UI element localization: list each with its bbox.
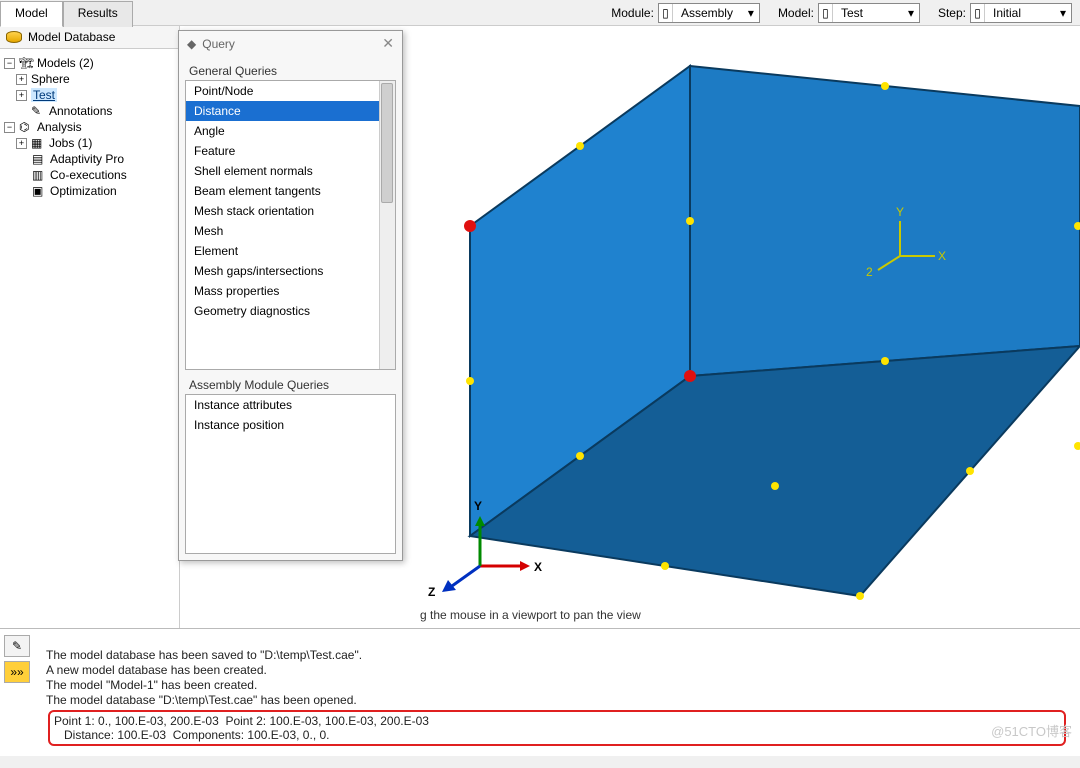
dialog-titlebar[interactable]: ◆ Query ✕ bbox=[179, 31, 402, 56]
adaptivity-icon: ▤ bbox=[32, 152, 46, 166]
query-item[interactable]: Element bbox=[186, 241, 395, 261]
chevron-down-icon[interactable]: ▾ bbox=[743, 6, 759, 20]
tree-node-annotations[interactable]: ✎ Annotations bbox=[2, 103, 177, 119]
query-item[interactable]: Instance position bbox=[186, 415, 395, 435]
module-value: Assembly bbox=[673, 6, 743, 20]
tree-node-test-label: Test bbox=[31, 88, 57, 102]
dialog-title: Query bbox=[202, 37, 235, 51]
step-combo[interactable]: ▯ Initial ▾ bbox=[970, 3, 1072, 23]
step-label: Step: bbox=[938, 6, 966, 20]
axis-z-label: Z bbox=[428, 585, 435, 599]
database-icon bbox=[6, 31, 22, 43]
main-tabs: Model Results bbox=[0, 0, 133, 26]
prompt-hint: g the mouse in a viewport to pan the vie… bbox=[420, 608, 641, 622]
query-item[interactable]: Mesh stack orientation bbox=[186, 201, 395, 221]
collapse-icon[interactable]: − bbox=[4, 58, 15, 69]
assembly-queries-list[interactable]: Instance attributes Instance position bbox=[185, 394, 396, 554]
analysis-icon: ⌬ bbox=[19, 120, 33, 134]
expand-icon[interactable]: + bbox=[16, 74, 27, 85]
module-stepper-icon[interactable]: ▯ bbox=[659, 4, 673, 22]
query-item[interactable]: Mesh gaps/intersections bbox=[186, 261, 395, 281]
model-label: Model: bbox=[778, 6, 814, 20]
step-stepper-icon[interactable]: ▯ bbox=[971, 4, 985, 22]
tree-node-adaptivity[interactable]: ▤ Adaptivity Pro bbox=[2, 151, 177, 167]
coexec-icon: ▥ bbox=[32, 168, 46, 182]
general-queries-list[interactable]: Point/Node Distance Angle Feature Shell … bbox=[185, 80, 396, 370]
model-stepper-icon[interactable]: ▯ bbox=[819, 4, 833, 22]
assembly-queries-label: Assembly Module Queries bbox=[185, 376, 396, 394]
tree-header-label: Model Database bbox=[28, 30, 115, 44]
chevron-down-icon[interactable]: ▾ bbox=[903, 6, 919, 20]
message-log-button[interactable]: ✎ bbox=[4, 635, 30, 657]
close-icon[interactable]: ✕ bbox=[382, 35, 394, 52]
expand-icon[interactable]: + bbox=[16, 138, 27, 149]
optim-icon: ▣ bbox=[32, 184, 46, 198]
cli-button[interactable]: »» bbox=[4, 661, 30, 683]
query-item-distance[interactable]: Distance bbox=[186, 101, 395, 121]
tab-results[interactable]: Results bbox=[63, 1, 133, 27]
query-icon: ◆ bbox=[187, 37, 196, 51]
tree-node-analysis[interactable]: − ⌬ Analysis bbox=[2, 119, 177, 135]
scrollbar[interactable] bbox=[379, 81, 395, 369]
tab-model[interactable]: Model bbox=[0, 1, 63, 27]
tree-node-jobs[interactable]: + ▦ Jobs (1) bbox=[2, 135, 177, 151]
svg-text:2: 2 bbox=[866, 265, 873, 279]
query-item[interactable]: Geometry diagnostics bbox=[186, 301, 395, 321]
svg-text:Y: Y bbox=[896, 205, 904, 219]
chevron-down-icon[interactable]: ▾ bbox=[1055, 6, 1071, 20]
query-item[interactable]: Mass properties bbox=[186, 281, 395, 301]
general-queries-label: General Queries bbox=[185, 62, 396, 80]
query-item[interactable]: Angle bbox=[186, 121, 395, 141]
tree-node-coexec[interactable]: ▥ Co-executions bbox=[2, 167, 177, 183]
watermark: @51CTO博客 bbox=[991, 721, 1072, 740]
tree-header: Model Database bbox=[0, 26, 179, 49]
tree-node-sphere[interactable]: + Sphere bbox=[2, 71, 177, 87]
highlighted-output: Point 1: 0., 100.E-03, 200.E-03 Point 2:… bbox=[48, 710, 1066, 746]
query-dialog[interactable]: ◆ Query ✕ General Queries Point/Node Dis… bbox=[178, 30, 403, 561]
module-label: Module: bbox=[611, 6, 654, 20]
top-bar: Model Results Module: ▯ Assembly ▾ Model… bbox=[0, 0, 1080, 26]
tree[interactable]: − 🏗 Models (2) + Sphere + Test ✎ Annotat… bbox=[0, 49, 179, 205]
tree-node-optim[interactable]: ▣ Optimization bbox=[2, 183, 177, 199]
console-output[interactable]: The model database has been saved to "D:… bbox=[40, 629, 1080, 756]
collapse-icon[interactable]: − bbox=[4, 122, 15, 133]
query-item[interactable]: Beam element tangents bbox=[186, 181, 395, 201]
scrollbar-thumb[interactable] bbox=[381, 83, 393, 203]
annotations-icon: ✎ bbox=[31, 104, 45, 118]
query-item[interactable]: Mesh bbox=[186, 221, 395, 241]
tree-node-models[interactable]: − 🏗 Models (2) bbox=[2, 55, 177, 71]
message-area: ✎ »» The model database has been saved t… bbox=[0, 628, 1080, 756]
tree-node-test[interactable]: + Test bbox=[2, 87, 177, 103]
query-item[interactable]: Instance attributes bbox=[186, 395, 395, 415]
models-icon: 🏗 bbox=[19, 56, 33, 70]
context-bar: Module: ▯ Assembly ▾ Model: ▯ Test ▾ Ste… bbox=[597, 3, 1080, 23]
svg-text:X: X bbox=[938, 249, 946, 263]
query-item[interactable]: Feature bbox=[186, 141, 395, 161]
model-tree-panel: Model Database − 🏗 Models (2) + Sphere +… bbox=[0, 26, 180, 628]
step-value: Initial bbox=[985, 6, 1055, 20]
model-combo[interactable]: ▯ Test ▾ bbox=[818, 3, 920, 23]
module-combo[interactable]: ▯ Assembly ▾ bbox=[658, 3, 760, 23]
axis-x-label: X bbox=[534, 560, 542, 574]
query-item[interactable]: Point/Node bbox=[186, 81, 395, 101]
axis-y-label: Y bbox=[474, 499, 482, 513]
model-value: Test bbox=[833, 6, 903, 20]
expand-icon[interactable]: + bbox=[16, 90, 27, 101]
query-item[interactable]: Shell element normals bbox=[186, 161, 395, 181]
jobs-icon: ▦ bbox=[31, 136, 45, 150]
